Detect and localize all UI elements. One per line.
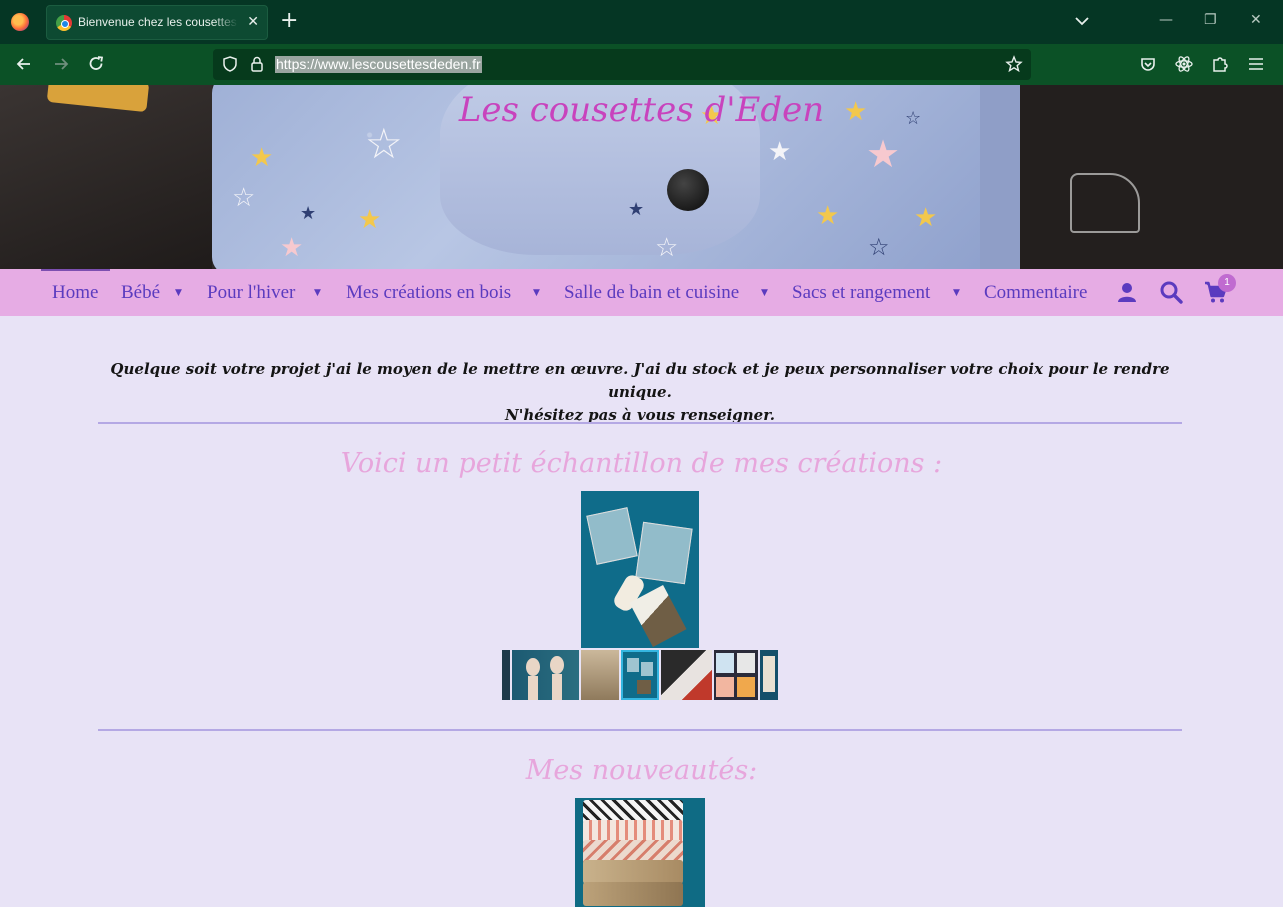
gallery-thumbnail[interactable] [581, 650, 619, 700]
divider [98, 422, 1182, 424]
new-item-photo[interactable] [575, 798, 705, 907]
tab-title: Bienvenue chez les cousettes d'Eden [78, 15, 238, 29]
url-bar[interactable]: https://www.lescousettesdeden.fr [213, 49, 1031, 80]
gallery-thumbnail[interactable] [502, 650, 510, 700]
new-tab-button[interactable]: + [280, 9, 298, 33]
site-main-menu: Home Bébé ▼ Pour l'hiver ▼ Mes créations… [0, 269, 1283, 316]
sample-section-title: Voici un petit échantillon de mes créati… [340, 448, 943, 479]
shield-icon[interactable] [221, 55, 239, 73]
star-decoration: ★ [866, 132, 901, 176]
chevron-down-icon[interactable]: ▼ [175, 289, 182, 298]
window-minimize-button[interactable]: — [1159, 12, 1173, 28]
firefox-logo-icon[interactable] [11, 13, 29, 31]
reload-icon[interactable] [86, 54, 106, 74]
gallery-thumbnail-selected[interactable] [621, 650, 659, 700]
gallery-thumbnail[interactable] [512, 650, 579, 700]
gallery-thumbnail[interactable] [714, 650, 758, 700]
gallery-thumbnail[interactable] [760, 650, 778, 700]
menu-item-salle-de-bain[interactable]: Salle de bain et cuisine [564, 281, 739, 304]
search-icon[interactable] [1159, 280, 1183, 304]
star-decoration: ☆ [655, 233, 679, 263]
bookmark-star-icon[interactable] [1005, 55, 1023, 73]
extension-icon[interactable] [1174, 54, 1194, 74]
intro-line-1: Quelque soit votre projet j'ai le moyen … [110, 360, 1170, 401]
banner-snap-button [667, 169, 709, 211]
star-decoration: ★ [358, 205, 382, 235]
chevron-down-icon[interactable]: ▼ [533, 289, 540, 298]
menu-item-bebe[interactable]: Bébé [121, 281, 160, 304]
puzzle-icon[interactable] [1210, 54, 1230, 74]
intro-text: Quelque soit votre projet j'ai le moyen … [98, 358, 1182, 427]
photo-bag [586, 507, 638, 565]
tab-close-icon[interactable]: ✕ [247, 13, 259, 31]
new-items-section-title: Mes nouveautés: [525, 755, 758, 786]
site-favicon-icon [56, 15, 72, 31]
hamburger-menu-icon[interactable] [1246, 54, 1266, 74]
pocket-icon[interactable] [1138, 54, 1158, 74]
star-decoration: ★ [250, 143, 274, 173]
chevron-down-icon[interactable]: ▼ [953, 289, 960, 298]
star-decoration: ★ [280, 233, 304, 263]
photo-fabric-strip [583, 882, 683, 906]
menu-item-creations-bois[interactable]: Mes créations en bois [346, 281, 511, 304]
menu-item-sacs-rangement[interactable]: Sacs et rangement [792, 281, 930, 304]
chevron-down-icon[interactable]: ▼ [761, 289, 768, 298]
star-decoration: ★ [300, 203, 317, 224]
active-menu-indicator [41, 269, 110, 271]
tab-list-chevron-icon[interactable] [1073, 12, 1091, 30]
cart-count-badge: 1 [1218, 274, 1236, 292]
photo-fabric-strip [583, 860, 683, 884]
window-restore-button[interactable]: ❐ [1204, 12, 1217, 28]
photo-bag [635, 521, 693, 585]
header-banner-image: ★ ☆ ★ ☆ ★ ★ ☆ ★ ★ ★ ★ ☆ ★ ☆ ★ ★ Les cous… [0, 85, 1283, 269]
banner-sewing-clip [1070, 173, 1140, 233]
gallery-main-photo[interactable] [581, 491, 699, 648]
back-icon[interactable] [14, 54, 34, 74]
menu-item-home[interactable]: Home [52, 281, 98, 304]
chevron-down-icon[interactable]: ▼ [314, 289, 321, 298]
star-decoration: ★ [914, 203, 938, 233]
forward-icon[interactable] [51, 54, 71, 74]
menu-item-pour-lhiver[interactable]: Pour l'hiver [207, 281, 295, 304]
star-decoration: ★ [816, 201, 840, 231]
site-title[interactable]: Les cousettes d'Eden [0, 88, 1283, 132]
browser-nav-bar: https://www.lescousettesdeden.fr [0, 44, 1283, 85]
menu-item-commentaire[interactable]: Commentaire [984, 281, 1087, 304]
window-close-button[interactable]: ✕ [1250, 12, 1262, 28]
browser-tab-bar: Bienvenue chez les cousettes d'Eden ✕ + … [0, 0, 1283, 44]
star-decoration: ☆ [868, 233, 890, 261]
star-decoration: ☆ [232, 183, 256, 213]
star-decoration: ★ [628, 199, 645, 220]
url-text[interactable]: https://www.lescousettesdeden.fr [275, 56, 482, 73]
gallery-thumbnail[interactable] [661, 650, 712, 700]
user-icon[interactable] [1115, 280, 1139, 304]
browser-tab[interactable]: Bienvenue chez les cousettes d'Eden ✕ [46, 5, 268, 40]
lock-icon[interactable] [248, 55, 266, 73]
star-decoration: ★ [768, 137, 792, 167]
divider [98, 729, 1182, 731]
